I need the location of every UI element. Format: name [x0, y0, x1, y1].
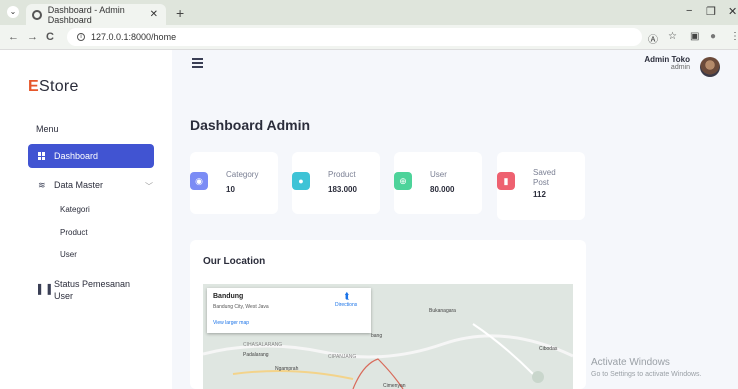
- translate-icon[interactable]: Ⓐ: [648, 31, 658, 46]
- stat-value: 183.000: [328, 185, 357, 194]
- stat-card-category: ◉ Category 10: [190, 152, 278, 214]
- map-label: bang: [371, 333, 383, 339]
- embedded-map[interactable]: Bandung Bandung City, West Java View lar…: [203, 284, 573, 389]
- add-user-icon: ⊕: [394, 172, 412, 190]
- eye-icon: ◉: [190, 172, 208, 190]
- sidebar-item-label: Data Master: [54, 180, 104, 190]
- page-title: Dashboard Admin: [190, 117, 311, 133]
- brand-logo[interactable]: EStore: [28, 78, 79, 96]
- browser-tab-strip: ⌄ Dashboard - Admin Dashboard ✕ + − ❐ ✕: [0, 0, 738, 25]
- map-label: CIHASALARANG: [243, 342, 283, 348]
- browser-menu-icon[interactable]: ⋮: [730, 31, 738, 42]
- sidebar-item-data-master[interactable]: ≋ Data Master: [38, 180, 103, 190]
- browser-tab[interactable]: Dashboard - Admin Dashboard ✕: [26, 4, 166, 25]
- sidebar-item-status-pemesanan[interactable]: ▌▐ Status Pemesanan User: [38, 279, 130, 301]
- sidebar-subitem-user[interactable]: User: [60, 250, 77, 259]
- chevron-down-icon[interactable]: ﹀: [145, 181, 153, 192]
- top-navbar: Admin Toko admin: [172, 50, 738, 90]
- map-info-popup: Bandung Bandung City, West Java View lar…: [207, 288, 371, 333]
- map-label: Bukanagara: [429, 308, 456, 314]
- favicon-icon: [32, 9, 42, 20]
- user-info[interactable]: Admin Toko admin: [644, 55, 690, 71]
- forward-icon[interactable]: →: [27, 31, 38, 43]
- user-role: admin: [670, 64, 690, 71]
- activate-windows-hint: Go to Settings to activate Windows.: [591, 371, 702, 378]
- maximize-button[interactable]: ❐: [706, 5, 716, 18]
- stat-label: Product: [328, 170, 356, 179]
- back-icon[interactable]: ←: [8, 31, 19, 43]
- hamburger-menu-icon[interactable]: [192, 58, 203, 70]
- address-bar[interactable]: i 127.0.0.1:8000/home: [67, 28, 642, 46]
- profile-icon[interactable]: ●: [710, 31, 716, 42]
- bookmark-star-icon[interactable]: ☆: [668, 31, 677, 42]
- url-text: 127.0.0.1:8000/home: [91, 32, 177, 42]
- map-label: CIPANJANG: [328, 354, 357, 360]
- directions-icon[interactable]: ⮬: [345, 291, 350, 302]
- tab-close-icon[interactable]: ✕: [150, 9, 158, 20]
- bookmark-icon: ▮: [497, 172, 515, 190]
- person-icon: ●: [292, 172, 310, 190]
- columns-icon: ▌▐: [38, 284, 51, 294]
- tab-search-icon[interactable]: ⌄: [7, 6, 19, 18]
- map-place-name: Bandung: [213, 293, 244, 300]
- close-window-button[interactable]: ✕: [728, 5, 737, 18]
- reload-icon[interactable]: C: [46, 31, 54, 43]
- map-label: Padalarang: [243, 352, 269, 358]
- map-label: Cimenyan: [383, 383, 406, 389]
- map-label: Cibodas: [539, 346, 558, 352]
- stat-label: User: [430, 170, 447, 179]
- stat-value: 112: [533, 190, 546, 199]
- layers-icon: ≋: [38, 180, 46, 190]
- sidebar-item-label: Dashboard: [54, 151, 99, 161]
- sidebar: EStore Menu Dashboard ≋ Data Master ﹀ Ka…: [0, 50, 172, 389]
- directions-link[interactable]: Directions: [335, 302, 357, 308]
- location-card: Our Location Bandung Bandung City, West …: [190, 240, 586, 389]
- tab-title: Dashboard - Admin Dashboard: [47, 4, 125, 25]
- sidebar-item-label: Status Pemesanan User: [54, 279, 131, 301]
- menu-heading: Menu: [36, 124, 59, 134]
- view-larger-map-link[interactable]: View larger map: [213, 320, 249, 326]
- stat-label: Saved Post: [533, 168, 556, 187]
- avatar[interactable]: [700, 57, 720, 77]
- stat-value: 10: [226, 185, 235, 194]
- sidebar-subitem-product[interactable]: Product: [60, 228, 88, 237]
- stat-card-saved-post: ▮ Saved Post 112: [497, 152, 585, 220]
- activate-windows-watermark: Activate Windows: [591, 357, 670, 368]
- minimize-button[interactable]: −: [686, 5, 692, 17]
- stat-label: Category: [226, 170, 259, 179]
- stat-card-user: ⊕ User 80.000: [394, 152, 482, 214]
- side-panel-icon[interactable]: ▣: [690, 31, 699, 42]
- grid-icon: [38, 152, 46, 160]
- user-name: Admin Toko: [644, 55, 690, 64]
- stat-card-product: ● Product 183.000: [292, 152, 380, 214]
- sidebar-subitem-kategori[interactable]: Kategori: [60, 205, 90, 214]
- stat-value: 80.000: [430, 185, 455, 194]
- location-title: Our Location: [203, 256, 266, 267]
- sidebar-item-dashboard[interactable]: Dashboard: [28, 144, 154, 168]
- browser-toolbar: ← → C i 127.0.0.1:8000/home Ⓐ ☆ ▣ ● ⋮: [0, 25, 738, 50]
- map-label: Ngamprah: [275, 366, 299, 372]
- map-place-subtitle: Bandung City, West Java: [213, 304, 269, 310]
- new-tab-button[interactable]: +: [176, 5, 184, 21]
- site-info-icon[interactable]: i: [77, 33, 85, 41]
